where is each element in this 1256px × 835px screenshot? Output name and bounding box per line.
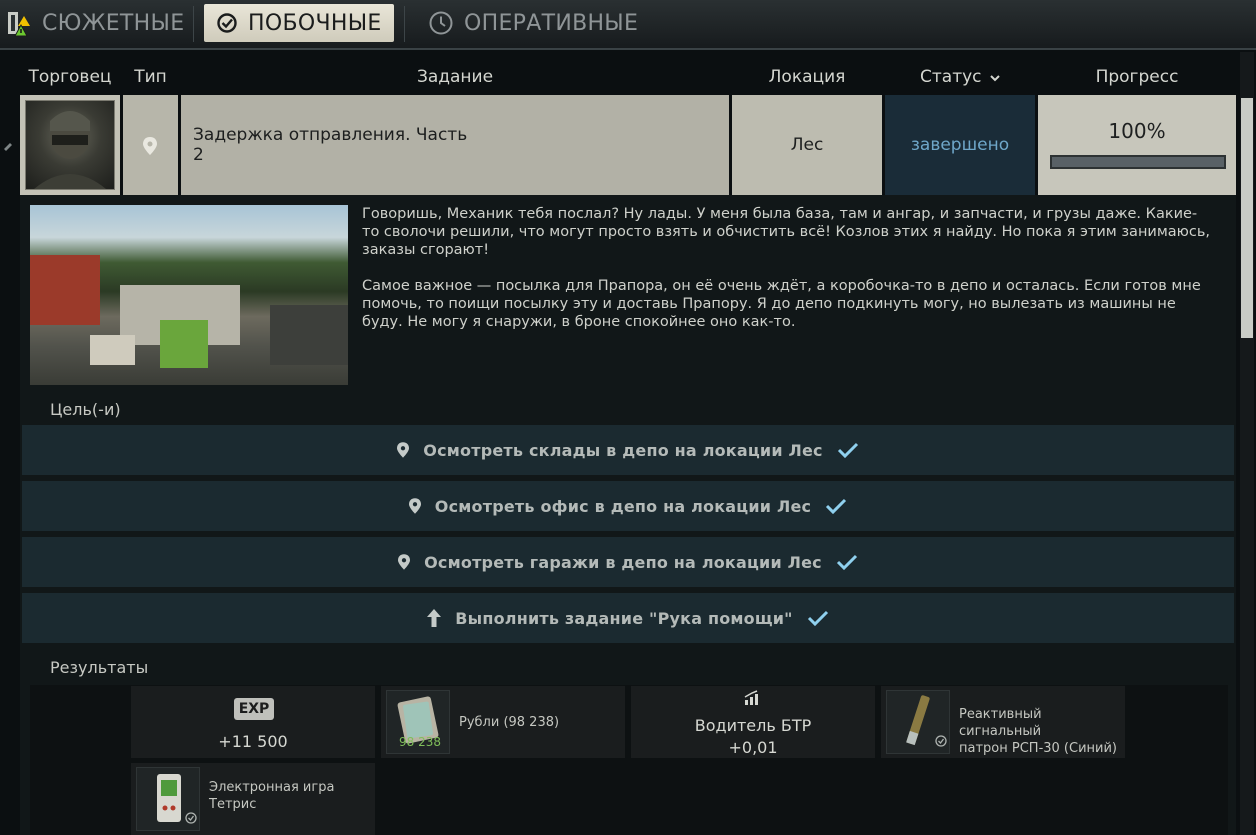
scrollbar[interactable] xyxy=(1240,52,1254,835)
quest-status: завершено xyxy=(885,95,1035,195)
flare-name-line: патрон РСП-30 (Синий) xyxy=(959,741,1117,756)
objective-text: Осмотреть офис в депо на локации Лес xyxy=(434,496,812,516)
objective-item: Осмотреть гаражи в депо на локации Лес xyxy=(22,537,1234,587)
tab-side-label: ПОБОЧНЫЕ xyxy=(248,10,382,36)
quest-name: Задержка отправления. Часть xyxy=(193,125,468,145)
found-check-icon xyxy=(935,732,947,751)
tab-operational[interactable]: ОПЕРАТИВНЫЕ xyxy=(428,4,638,42)
tab-side[interactable]: ПОБОЧНЫЕ xyxy=(204,4,394,42)
clock-icon xyxy=(428,10,454,36)
results-label: Результаты xyxy=(50,658,149,677)
location-pin-icon xyxy=(408,498,421,514)
checkmark-icon xyxy=(807,610,829,626)
reward-skill: Водитель БТР +0,01 xyxy=(631,686,875,758)
checkmark-icon xyxy=(825,498,847,514)
progress-cell: 100% xyxy=(1038,95,1236,195)
quest-description: Говоришь, Механик тебя послал? Ну лады. … xyxy=(362,205,1212,349)
objective-item: Выполнить задание "Рука помощи" xyxy=(22,593,1234,643)
check-circle-icon xyxy=(216,12,238,34)
exp-badge: EXP xyxy=(234,698,274,720)
tab-divider xyxy=(193,6,194,42)
column-header-task[interactable]: Задание xyxy=(181,62,729,92)
column-header-status[interactable]: Статус xyxy=(885,62,1035,92)
progress-bar-fill xyxy=(1052,157,1224,167)
rubles-item-icon: 98 238 xyxy=(386,690,450,754)
trader-cell xyxy=(20,95,120,195)
objectives-label: Цель(-и) xyxy=(50,400,121,419)
tab-divider xyxy=(404,6,405,42)
location-pin-icon xyxy=(397,442,410,458)
objective-text: Осмотреть склады в депо на локации Лес xyxy=(423,440,823,460)
tetris-name: Электронная игра Тетрис xyxy=(209,779,334,813)
scrollbar-thumb[interactable] xyxy=(1241,98,1253,338)
location-pin-icon xyxy=(398,554,411,570)
quest-detail-panel: Говоришь, Механик тебя послал? Ну лады. … xyxy=(20,195,1236,835)
quest-name-cell: Задержка отправления. Часть 2 xyxy=(181,95,729,195)
progress-text: 100% xyxy=(1108,119,1166,143)
trader-avatar xyxy=(25,100,115,190)
skill-growth-icon xyxy=(743,690,763,710)
quest-name-part: 2 xyxy=(193,145,204,165)
rubles-count: 98 238 xyxy=(399,735,441,749)
tetris-name-line: Тетрис xyxy=(209,797,257,812)
progress-bar xyxy=(1050,155,1226,169)
checkmark-icon xyxy=(837,442,859,458)
flare-item-icon xyxy=(886,690,950,754)
arrow-up-icon xyxy=(427,609,442,627)
column-header-location[interactable]: Локация xyxy=(732,62,882,92)
flare-name-line: Реактивный сигнальный xyxy=(959,707,1042,739)
skill-name: Водитель БТР xyxy=(694,716,812,735)
tab-operational-label: ОПЕРАТИВНЫЕ xyxy=(464,10,639,36)
story-icon xyxy=(6,8,32,38)
chevron-down-icon xyxy=(990,62,1000,92)
reward-rubles[interactable]: 98 238 Рубли (98 238) xyxy=(381,686,625,758)
flare-name: Реактивный сигнальный патрон РСП-30 (Син… xyxy=(959,706,1125,757)
quest-row[interactable]: Задержка отправления. Часть 2 Лес заверш… xyxy=(0,95,1236,195)
reward-exp: EXP +11 500 xyxy=(131,686,375,758)
quest-tabs: СЮЖЕТНЫЕ ПОБОЧНЫЕ ОПЕРАТИВНЫЕ xyxy=(0,0,1256,50)
tab-story-label: СЮЖЕТНЫЕ xyxy=(42,10,185,36)
quest-location: Лес xyxy=(732,95,882,195)
column-header-status-label: Статус xyxy=(920,67,982,87)
reward-flare[interactable]: Реактивный сигнальный патрон РСП-30 (Син… xyxy=(881,686,1125,758)
checkmark-icon xyxy=(836,554,858,570)
skill-value: +0,01 xyxy=(728,738,778,757)
location-image xyxy=(30,205,348,385)
tetris-item-icon xyxy=(136,767,200,831)
rubles-label: Рубли (98 238) xyxy=(459,715,560,730)
found-check-icon xyxy=(185,809,197,828)
column-header-trader[interactable]: Торговец xyxy=(20,62,120,92)
exp-value: +11 500 xyxy=(218,732,288,751)
description-paragraph: Самое важное — посылка для Прапора, он е… xyxy=(362,278,1201,330)
objective-item: Осмотреть офис в депо на локации Лес xyxy=(22,481,1234,531)
tab-story[interactable]: СЮЖЕТНЫЕ xyxy=(6,4,184,42)
column-header-type[interactable]: Тип xyxy=(123,62,178,92)
column-header-progress[interactable]: Прогресс xyxy=(1038,62,1236,92)
objective-text: Выполнить задание "Рука помощи" xyxy=(455,608,793,628)
type-cell xyxy=(123,95,178,195)
description-paragraph: Говоришь, Механик тебя послал? Ну лады. … xyxy=(362,206,1211,258)
reward-tetris[interactable]: Электронная игра Тетрис xyxy=(131,763,375,835)
location-pin-icon xyxy=(143,137,157,159)
tetris-name-line: Электронная игра xyxy=(209,780,335,795)
objective-item: Осмотреть склады в депо на локации Лес xyxy=(22,425,1234,475)
objective-text: Осмотреть гаражи в депо на локации Лес xyxy=(424,552,822,572)
